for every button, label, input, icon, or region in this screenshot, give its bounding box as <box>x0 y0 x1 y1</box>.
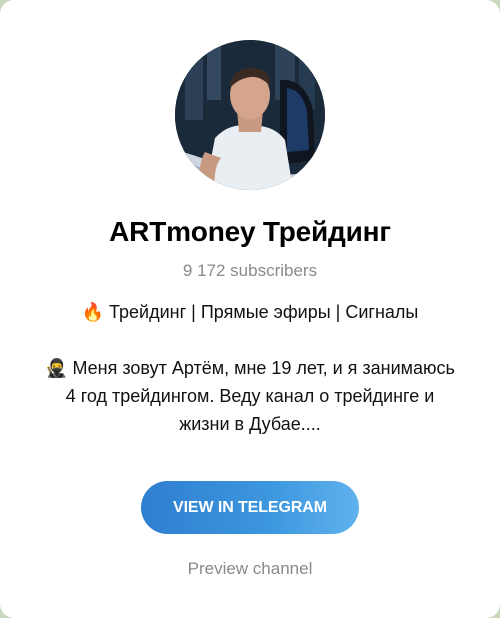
channel-card: ARTmoney Трейдинг 9 172 subscribers 🔥 Тр… <box>0 0 500 618</box>
view-in-telegram-button[interactable]: VIEW IN TELEGRAM <box>141 481 359 534</box>
description-line: 🥷 Меня зовут Артём, мне 19 лет, и я зани… <box>45 358 455 378</box>
avatar-photo-icon <box>175 40 325 190</box>
channel-title: ARTmoney Трейдинг <box>109 216 391 247</box>
preview-channel-link[interactable]: Preview channel <box>0 558 500 580</box>
description-line: 🔥 Трейдинг | Прямые эфиры | Сигналы <box>81 302 419 322</box>
subscriber-count: 9 172 subscribers <box>182 261 318 280</box>
description-spacer <box>40 326 460 354</box>
description-line: жизни в Дубае.... <box>179 414 321 434</box>
description-line: 4 год трейдингом. Веду канал о трейдинге… <box>65 386 435 406</box>
channel-description: 🔥 Трейдинг | Прямые эфиры | Сигналы 🥷 Ме… <box>40 298 460 438</box>
channel-avatar <box>175 40 325 190</box>
